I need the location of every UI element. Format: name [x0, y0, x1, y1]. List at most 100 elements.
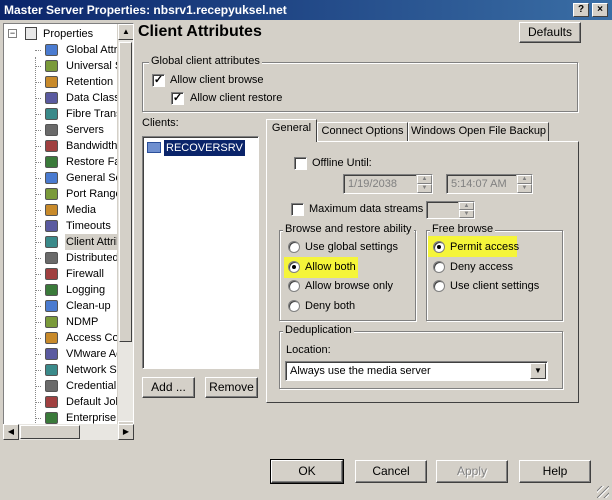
scroll-left-icon[interactable]: ◀ [3, 424, 19, 440]
allow-restore-label: Allow client restore [190, 92, 283, 104]
tree-item[interactable]: Default Job Pri [4, 394, 133, 410]
offline-until-label: Offline Until: [312, 157, 372, 169]
tree-connector [35, 338, 41, 339]
tree-item[interactable]: Network Settin [4, 362, 133, 378]
clients-list[interactable]: RECOVERSRV [142, 136, 259, 369]
spin-up-icon[interactable]: ▲ [417, 175, 432, 184]
help-button[interactable]: Help [519, 460, 591, 483]
tree-item[interactable]: Client Attribute [4, 234, 133, 250]
deny-access-radio[interactable] [433, 261, 445, 273]
tree-item[interactable]: Credential Acc [4, 378, 133, 394]
deduplication-title: Deduplication [283, 324, 354, 336]
allow-browse-only-label: Allow browse only [305, 280, 394, 292]
tree-item-label: Clean-up [66, 300, 111, 312]
allow-both-radio[interactable] [288, 261, 300, 273]
tree-item[interactable]: Servers [4, 122, 118, 138]
offline-until-checkbox[interactable] [294, 157, 307, 170]
free-browse-title: Free browse [430, 223, 496, 235]
allow-browse-checkbox[interactable]: ✓ [152, 74, 165, 87]
time-spinner[interactable]: ▲ ▼ [516, 175, 532, 193]
tree-item[interactable]: Bandwidth [4, 138, 118, 154]
remove-client-button[interactable]: Remove [205, 377, 258, 398]
spin-up-icon[interactable]: ▲ [517, 175, 532, 184]
global-attributes-title: Global client attributes [149, 55, 262, 67]
close-button[interactable]: × [592, 3, 608, 17]
use-client-settings-label: Use client settings [450, 280, 540, 292]
collapse-icon[interactable]: − [8, 29, 17, 38]
tab-windows-open-file-backup[interactable]: Windows Open File Backup [408, 122, 549, 141]
tree-item[interactable]: Timeouts [4, 218, 118, 234]
vault-icon [45, 412, 58, 424]
tree-item[interactable]: General Server [4, 170, 133, 186]
tree-connector [35, 210, 41, 211]
max-streams-checkbox[interactable] [291, 203, 304, 216]
tree-item[interactable]: Retention Peri [4, 74, 133, 90]
scroll-right-icon[interactable]: ▶ [118, 424, 134, 440]
close-icon: × [597, 4, 603, 15]
add-client-button[interactable]: Add ... [142, 377, 195, 398]
clock-icon [45, 76, 58, 88]
tab-connect-options[interactable]: Connect Options [317, 122, 408, 141]
tree-item[interactable]: Port Ranges [4, 186, 127, 202]
tree-item[interactable]: Logging [4, 282, 118, 298]
spin-down-icon[interactable]: ▼ [417, 184, 432, 193]
tree-vertical-scrollbar[interactable]: ▲ ▼ [117, 24, 133, 437]
tab-general[interactable]: General [266, 119, 317, 142]
location-select[interactable]: Always use the media server ▼ [285, 361, 548, 381]
allow-browse-only-radio[interactable] [288, 280, 300, 292]
cancel-button[interactable]: Cancel [355, 460, 427, 483]
tree-item[interactable]: NDMP [4, 314, 118, 330]
ok-button[interactable]: OK [270, 459, 344, 484]
firewall-icon [45, 268, 58, 280]
clock-icon [45, 220, 58, 232]
tree-item[interactable]: Clean-up [4, 298, 118, 314]
data-icon [45, 92, 58, 104]
use-global-settings-radio[interactable] [288, 241, 300, 253]
resize-grip-icon[interactable] [597, 486, 609, 498]
client-item-label: RECOVERSRV [163, 139, 246, 157]
tree-horizontal-scrollbar[interactable]: ◀ ▶ [3, 424, 134, 440]
list-item[interactable]: RECOVERSRV [146, 139, 256, 157]
streams-spinner[interactable]: ▲ ▼ [458, 202, 474, 218]
tree-connector [35, 98, 41, 99]
tree-item[interactable]: Distributed App [4, 250, 133, 266]
tree-item[interactable]: Access Contro [4, 330, 133, 346]
use-client-settings-radio[interactable] [433, 280, 445, 292]
scroll-thumb[interactable] [119, 42, 132, 342]
apply-button[interactable]: Apply [436, 460, 508, 483]
deny-both-radio[interactable] [288, 300, 300, 312]
tree-item-label: Logging [66, 284, 106, 296]
tree-item[interactable]: Global Attribut [4, 42, 133, 58]
date-spinner[interactable]: ▲ ▼ [416, 175, 432, 193]
spin-down-icon[interactable]: ▼ [459, 210, 474, 218]
defaults-button[interactable]: Defaults [519, 22, 581, 43]
spin-down-icon[interactable]: ▼ [517, 184, 532, 193]
hscroll-thumb[interactable] [20, 425, 80, 439]
tree-connector [35, 258, 41, 259]
tree-item[interactable]: Firewall [4, 266, 118, 282]
tree-root-label: Properties [43, 28, 94, 40]
ndmp-icon [45, 316, 58, 328]
tree-connector [35, 418, 41, 419]
properties-tree[interactable]: − Properties Global Attribut Universal Se… [3, 23, 134, 438]
location-label: Location: [286, 344, 331, 356]
tree-connector [35, 322, 41, 323]
allow-restore-checkbox[interactable]: ✓ [171, 92, 184, 105]
tree-connector [35, 130, 41, 131]
tree-root[interactable]: − Properties [4, 26, 119, 42]
tree-item[interactable]: VMware Acces [4, 346, 133, 362]
chevron-down-icon[interactable]: ▼ [530, 363, 546, 379]
tree-item[interactable]: Data Classificat [4, 90, 133, 106]
bandwidth-icon [45, 140, 58, 152]
permit-access-radio[interactable] [433, 241, 445, 253]
restore-icon [45, 156, 58, 168]
scroll-up-icon[interactable]: ▲ [118, 24, 133, 40]
tree-item[interactable]: Media [4, 202, 118, 218]
help-title-button[interactable]: ? [573, 3, 589, 17]
tree-connector [35, 402, 41, 403]
spin-up-icon[interactable]: ▲ [459, 202, 474, 210]
tree-connector [35, 274, 41, 275]
tree-item[interactable]: Restore Failov [4, 154, 133, 170]
tree-item[interactable]: Universal Setti [4, 58, 133, 74]
tree-item[interactable]: Fibre Transpor [4, 106, 133, 122]
